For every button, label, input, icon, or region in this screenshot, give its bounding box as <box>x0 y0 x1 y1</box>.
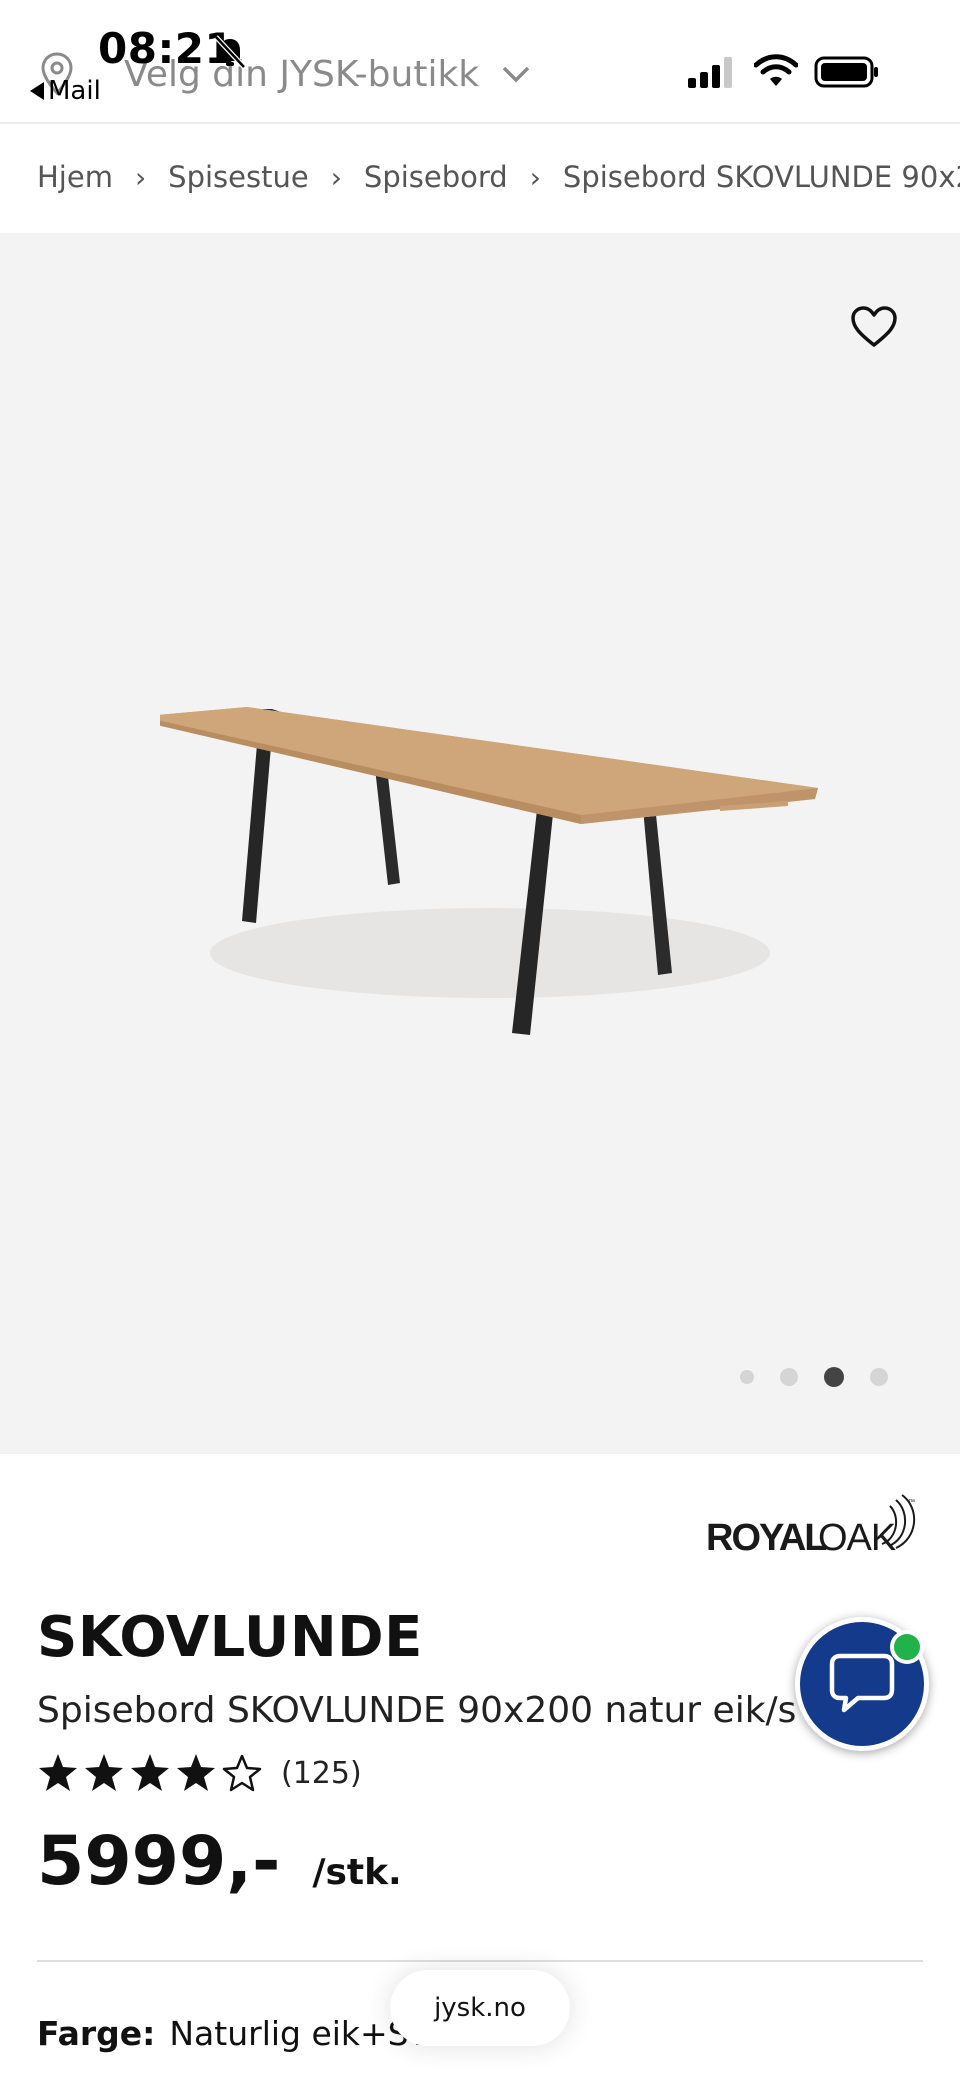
breadcrumb: Hjem › Spisestue › Spisebord › Spisebord… <box>37 160 960 194</box>
gallery-dot[interactable] <box>780 1368 798 1386</box>
breadcrumb-item-current: Spisebord SKOVLUNDE 90x2 <box>562 160 960 194</box>
breadcrumb-item-spisestue[interactable]: Spisestue <box>168 160 309 194</box>
product-rating[interactable]: (125) <box>37 1752 362 1794</box>
price-unit: /stk. <box>312 1852 402 1893</box>
back-app-label: Mail <box>48 76 101 106</box>
product-image-gallery[interactable] <box>0 233 960 1454</box>
svg-text:™: ™ <box>908 1499 915 1506</box>
product-subtitle: Spisebord SKOVLUNDE 90x200 natur eik/s <box>37 1690 797 1731</box>
back-to-app[interactable]: Mail <box>30 76 101 106</box>
color-label: Farge: <box>37 2014 156 2053</box>
product-price: 5999,- /stk. <box>37 1822 402 1901</box>
product-title: SKOVLUNDE <box>37 1605 423 1670</box>
star-filled-icon <box>39 1754 77 1791</box>
star-filled-icon <box>131 1754 169 1791</box>
product-image-table <box>160 707 818 1035</box>
svg-text:ROYAL: ROYAL <box>706 1517 827 1558</box>
battery-icon <box>814 56 878 88</box>
browser-url-pill[interactable]: jysk.no <box>390 1970 570 2046</box>
price-amount: 5999,- <box>37 1822 281 1901</box>
breadcrumb-item-home[interactable]: Hjem <box>37 160 113 194</box>
star-empty-icon <box>222 1754 262 1792</box>
online-status-indicator <box>890 1630 924 1664</box>
brand-logo-royal-oak: ROYAL OAK ™ <box>706 1494 916 1558</box>
wifi-icon <box>754 54 798 86</box>
chat-bubble-icon <box>829 1653 895 1713</box>
browser-url: jysk.no <box>434 1993 526 2023</box>
chat-button[interactable] <box>795 1617 929 1751</box>
gallery-pagination <box>740 1367 888 1387</box>
star-filled-icon <box>177 1754 215 1791</box>
star-filled-icon <box>85 1754 123 1791</box>
divider <box>37 1960 923 1962</box>
breadcrumb-separator-icon: › <box>134 160 147 194</box>
gallery-dot[interactable] <box>740 1370 754 1384</box>
cellular-signal-icon <box>688 57 732 88</box>
review-count[interactable]: (125) <box>281 1756 362 1791</box>
breadcrumb-separator-icon: › <box>529 160 541 194</box>
gallery-dot-active[interactable] <box>824 1367 844 1387</box>
svg-text:OAK: OAK <box>818 1517 896 1558</box>
back-arrow-icon <box>30 82 44 100</box>
gallery-dot[interactable] <box>870 1368 888 1386</box>
breadcrumb-item-spisebord[interactable]: Spisebord <box>364 160 508 194</box>
breadcrumb-separator-icon: › <box>330 160 342 194</box>
chevron-down-icon <box>502 66 530 83</box>
favorite-heart-icon[interactable] <box>850 305 898 349</box>
bell-muted-icon <box>214 35 246 69</box>
top-bar: Velg din JYSK-butikk 08:21 Mail <box>0 0 960 124</box>
